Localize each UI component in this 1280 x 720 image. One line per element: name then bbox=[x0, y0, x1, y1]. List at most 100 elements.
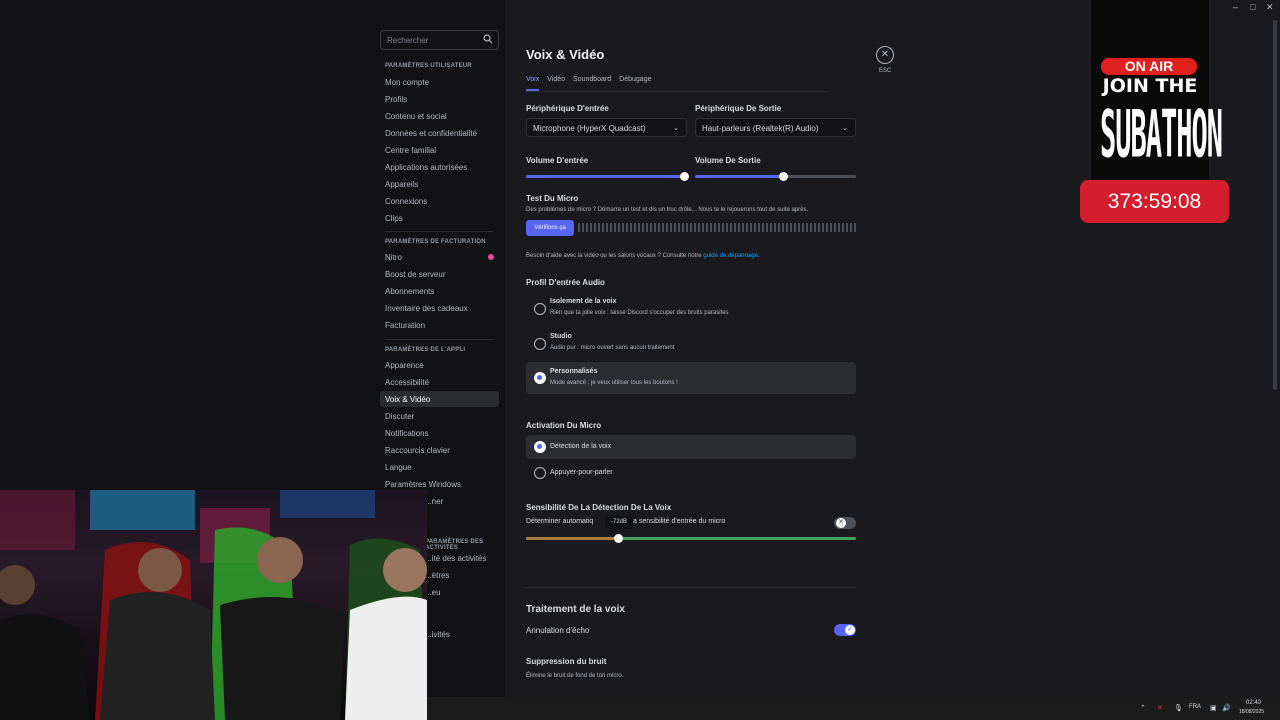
slider-handle[interactable] bbox=[779, 172, 788, 181]
chevron-down-icon: ⌄ bbox=[673, 125, 679, 132]
voice-processing-heading: Traitement de la voix bbox=[526, 604, 625, 615]
tab-divider bbox=[526, 91, 826, 92]
mic-test-label: Test Du Micro bbox=[526, 194, 579, 203]
search-input[interactable]: Rechercher bbox=[380, 30, 499, 50]
sidebar-item-accessibility[interactable]: Accessibilité bbox=[380, 374, 499, 390]
taskbar: ⌃ ✕ 🎙 FRA ▣ 🔊 02:40 18/08/2025 bbox=[427, 697, 1280, 720]
output-device-select[interactable]: Haut-parleurs (Realtek(R) Audio) ⌄ bbox=[695, 118, 856, 137]
tab-debugging[interactable]: Débugage bbox=[619, 76, 651, 91]
sensitivity-tooltip: -72dB bbox=[605, 516, 633, 529]
tab-soundboard[interactable]: Soundboard bbox=[573, 76, 611, 91]
activation-voice-detection[interactable]: Détection de la voix bbox=[526, 435, 856, 459]
sidebar-item-registered-games[interactable]: ...ètres bbox=[420, 567, 499, 583]
webcam-feed bbox=[0, 490, 427, 720]
activation-push-to-talk[interactable]: Appuyer-pour-parler bbox=[526, 461, 856, 485]
sidebar-item-notifications[interactable]: Notifications bbox=[380, 425, 499, 441]
sidebar-item-connections[interactable]: Connexions bbox=[380, 193, 499, 209]
sidebar-item-keybinds[interactable]: Raccourcis clavier bbox=[380, 442, 499, 458]
check-icon: ✓ bbox=[845, 625, 855, 635]
input-volume-label: Volume D'entrée bbox=[526, 156, 589, 165]
language-indicator[interactable]: FRA bbox=[1189, 704, 1201, 710]
sidebar-item-game-overlay[interactable]: ...eu bbox=[420, 584, 499, 600]
sidebar-item-partial[interactable]: ...ner bbox=[420, 493, 499, 509]
sensitivity-auto-text-a: Déterminer automatiq bbox=[526, 518, 594, 525]
radio-button[interactable] bbox=[534, 338, 546, 350]
slider-handle[interactable] bbox=[680, 172, 689, 181]
sidebar-item-subscriptions[interactable]: Abonnements bbox=[380, 283, 499, 299]
chevron-up-icon[interactable]: ⌃ bbox=[1140, 704, 1146, 712]
tab-voice[interactable]: Voix bbox=[526, 76, 540, 91]
esc-label: ESC bbox=[879, 68, 892, 74]
sidebar-item-privacy[interactable]: Données et confidentialité bbox=[380, 125, 499, 141]
radio-button-selected[interactable] bbox=[534, 441, 546, 453]
output-device-value: Haut-parleurs (Realtek(R) Audio) bbox=[702, 124, 819, 133]
activation-option-label: Appuyer-pour-parler bbox=[550, 469, 613, 476]
profile-title: Personnalisés bbox=[550, 368, 598, 375]
sidebar-item-voice-video[interactable]: Voix & Vidéo bbox=[380, 391, 499, 407]
slider-fill bbox=[526, 537, 618, 540]
sidebar-item-activities[interactable]: ...ivités bbox=[420, 626, 499, 642]
output-volume-label: Volume De Sortie bbox=[695, 156, 761, 165]
sidebar-item-nitro[interactable]: Nitro bbox=[380, 249, 499, 265]
sidebar-item-gift-inventory[interactable]: Inventaire des cadeaux bbox=[380, 300, 499, 316]
clock-date[interactable]: 18/08/2025 bbox=[1239, 709, 1264, 715]
mute-icon[interactable]: ✕ bbox=[1157, 704, 1163, 712]
sidebar-item-billing[interactable]: Facturation bbox=[380, 317, 499, 333]
subathon-text: SUBATHON bbox=[1100, 99, 1223, 174]
sidebar-item-family-center[interactable]: Centre familial bbox=[380, 142, 499, 158]
sidebar-item-devices[interactable]: Appareils bbox=[380, 176, 499, 192]
maximize-icon[interactable]: □ bbox=[1250, 2, 1255, 12]
output-volume-slider[interactable] bbox=[695, 172, 856, 181]
noise-suppression-label: Suppression du bruit bbox=[526, 657, 607, 666]
mic-test-description: Des problèmes de micro ? Démarre un test… bbox=[526, 207, 809, 213]
sensitivity-auto-text-b: a sensibilité d'entrée du micro bbox=[633, 518, 726, 525]
scrollbar[interactable] bbox=[1273, 20, 1277, 390]
slider-handle[interactable] bbox=[614, 534, 623, 543]
sidebar-item-activity-privacy[interactable]: ...ité des activités bbox=[420, 550, 499, 566]
sidebar-item-server-boost[interactable]: Boost de serveur bbox=[380, 266, 499, 282]
divider bbox=[385, 231, 493, 232]
audio-profile-label: Profil D'entrée Audio bbox=[526, 278, 605, 287]
subathon-timer: 373:59:08 bbox=[1080, 180, 1229, 223]
volume-icon[interactable]: 🔊 bbox=[1222, 704, 1231, 712]
input-device-value: Microphone (HyperX Quadcast) bbox=[533, 124, 646, 133]
input-volume-slider[interactable] bbox=[526, 172, 689, 181]
sidebar-item-content-social[interactable]: Contenu et social bbox=[380, 108, 499, 124]
screen: Rechercher PARAMÈTRES UTILISATEUR Mon co… bbox=[0, 0, 1280, 720]
profile-voice-isolation[interactable]: Isolement de la voix Rien que ta jolie v… bbox=[526, 292, 856, 324]
profile-studio[interactable]: Studio Audio pur : micro ouvert sans auc… bbox=[526, 327, 856, 359]
radio-button-selected[interactable] bbox=[534, 372, 546, 384]
noise-suppression-description: Élimine le bruit de fond de ton micro. bbox=[526, 673, 624, 679]
network-icon[interactable]: ▣ bbox=[1210, 704, 1217, 712]
activation-option-label: Détection de la voix bbox=[550, 443, 612, 450]
input-device-select[interactable]: Microphone (HyperX Quadcast) ⌄ bbox=[526, 118, 687, 137]
troubleshooting-link[interactable]: guide de dépannage bbox=[703, 253, 758, 259]
sidebar-item-clips[interactable]: Clips bbox=[380, 210, 499, 226]
sensitivity-slider[interactable] bbox=[526, 534, 856, 543]
minimize-icon[interactable]: – bbox=[1233, 2, 1238, 12]
clock-time[interactable]: 02:40 bbox=[1246, 700, 1261, 706]
microphone-icon[interactable]: 🎙 bbox=[1174, 704, 1183, 712]
mic-test-button[interactable]: Vérifions ça bbox=[526, 220, 574, 236]
sidebar-item-profiles[interactable]: Profils bbox=[380, 91, 499, 107]
auto-sensitivity-toggle[interactable]: ✕ bbox=[834, 517, 856, 529]
profile-description: Mode avancé : je veux utiliser tous les … bbox=[550, 380, 678, 386]
radio-button[interactable] bbox=[534, 303, 546, 315]
sidebar-item-authorized-apps[interactable]: Applications autorisées bbox=[380, 159, 499, 175]
search-icon bbox=[483, 34, 493, 44]
sidebar-item-language[interactable]: Langue bbox=[380, 459, 499, 475]
divider bbox=[526, 587, 856, 588]
chevron-down-icon: ⌄ bbox=[842, 125, 848, 132]
profile-custom[interactable]: Personnalisés Mode avancé : je veux util… bbox=[526, 362, 856, 394]
sidebar-item-my-account[interactable]: Mon compte bbox=[380, 74, 499, 90]
slider-fill bbox=[526, 175, 684, 178]
tab-video[interactable]: Vidéo bbox=[547, 76, 565, 91]
sidebar-item-appearance[interactable]: Apparence bbox=[380, 357, 499, 373]
echo-cancellation-toggle[interactable]: ✓ bbox=[834, 624, 856, 636]
sidebar-item-chat[interactable]: Discuter bbox=[380, 408, 499, 424]
close-icon[interactable]: ✕ bbox=[876, 46, 894, 64]
close-window-icon[interactable]: ✕ bbox=[1266, 2, 1274, 13]
radio-button[interactable] bbox=[534, 467, 546, 479]
sidebar-item-label: Nitro bbox=[385, 253, 402, 262]
webcam-image bbox=[0, 490, 427, 720]
